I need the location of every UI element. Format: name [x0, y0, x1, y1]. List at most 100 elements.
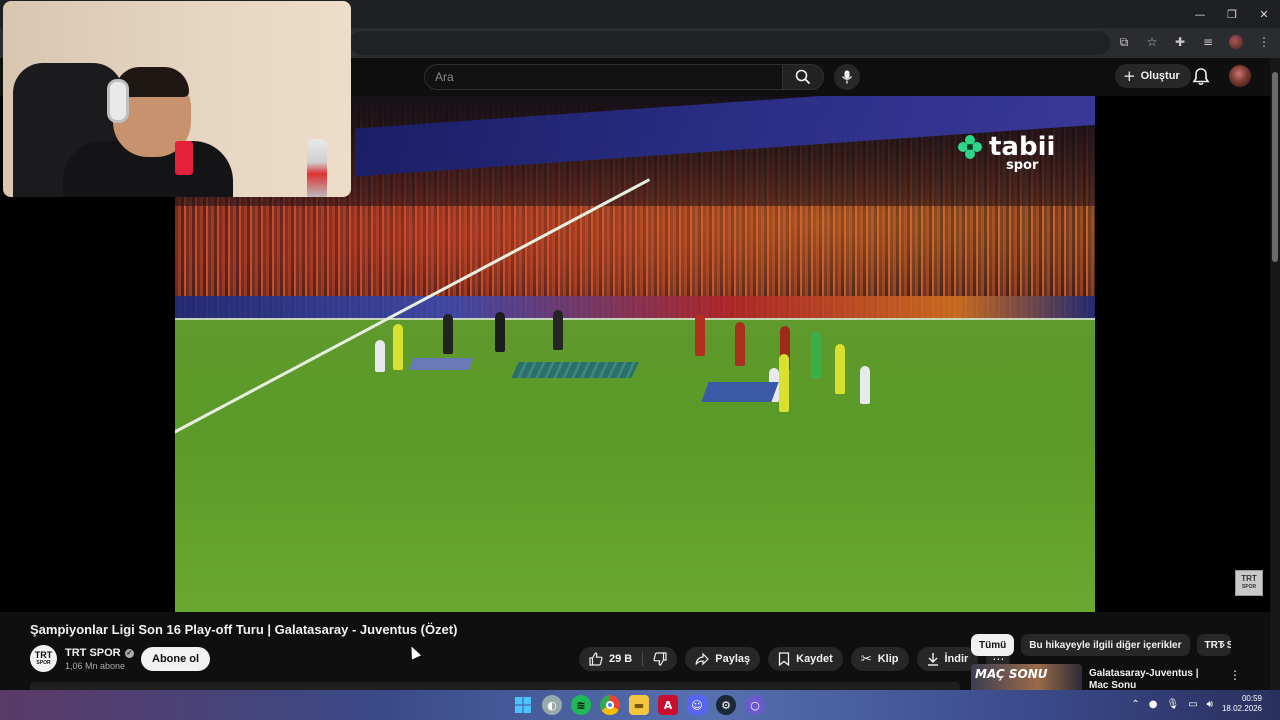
child-mascot-figure [375, 340, 385, 372]
download-icon [927, 653, 938, 666]
channel-avatar[interactable]: TRT SPOR [30, 645, 57, 672]
thumbs-down-icon [653, 652, 667, 666]
related-chips: Tümü Bu hikayeyle ilgili diğer içerikler… [971, 634, 1231, 656]
like-count: 29 B [609, 653, 633, 665]
clock[interactable]: 00:59 18.02.2026 [1222, 694, 1262, 714]
system-tray: ⌃ ● 🎙︎ ▭ 🔊︎ 00:59 18.02.2026 [1131, 694, 1262, 714]
account-avatar[interactable] [1229, 65, 1251, 87]
install-app-icon[interactable]: ⧉ [1114, 32, 1134, 52]
tray-app-icon[interactable]: ● [1149, 699, 1158, 710]
child-mascot-figure [860, 366, 870, 404]
channel-name-link[interactable]: TRT SPOR ✓ [65, 647, 134, 659]
app-a-icon[interactable]: A [658, 695, 678, 715]
page-scrollbar[interactable] [1270, 58, 1280, 690]
thumbs-up-icon [589, 652, 603, 666]
plus-icon: + [1123, 67, 1136, 85]
window-controls: — ❐ ✕ [1184, 0, 1280, 28]
player-figure [695, 314, 705, 356]
discord-icon[interactable]: ☺ [687, 695, 707, 715]
champions-league-ball-plinth [701, 382, 779, 402]
description-box-edge [30, 682, 960, 690]
minimize-icon[interactable]: — [1184, 0, 1216, 28]
referee-figure [835, 344, 845, 394]
like-dislike-group: 29 B [579, 647, 678, 671]
extensions-icon[interactable]: ✚ [1170, 32, 1190, 52]
network-icon[interactable]: ▭ [1188, 699, 1197, 710]
referee-figure [779, 354, 789, 412]
subscriber-count: 1,06 Mn abone [65, 661, 126, 671]
chevron-right-icon[interactable]: › [1214, 636, 1232, 654]
share-arrow-icon [695, 652, 710, 666]
webcam-overlay [3, 1, 351, 197]
recommendation-title[interactable]: Galatasaray-Juventus | Maç Sonu Değerlen… [1089, 668, 1217, 688]
search-button[interactable] [782, 64, 824, 90]
mouse-cursor-icon [406, 644, 422, 660]
app-circle-icon[interactable]: ○ [745, 695, 765, 715]
goalkeeper-figure [811, 332, 821, 378]
restore-icon[interactable]: ❐ [1216, 0, 1248, 28]
tabii-flower-icon [958, 135, 982, 159]
player-figure [495, 312, 505, 352]
trt-spor-watermark: TRT SPOR [1235, 570, 1263, 596]
download-button[interactable]: İndir [916, 647, 979, 671]
file-explorer-icon[interactable]: ▬ [629, 695, 649, 715]
voice-search-button[interactable] [834, 64, 860, 90]
recommendation-menu-icon[interactable]: ⋮ [1229, 668, 1241, 682]
save-button[interactable]: Kaydet [768, 647, 843, 671]
clock-date: 18.02.2026 [1221, 704, 1262, 713]
close-icon[interactable]: ✕ [1248, 0, 1280, 28]
create-label: Oluştur [1140, 70, 1180, 82]
browser-actions: ⧉ ☆ ✚ ≡ ⋮ [1114, 32, 1274, 52]
subscribe-button[interactable]: Abone ol [141, 647, 211, 671]
search-box [424, 64, 860, 90]
bookmark-star-icon[interactable]: ☆ [1142, 32, 1162, 52]
browser-menu-icon[interactable]: ⋮ [1254, 32, 1274, 52]
verified-check-icon: ✓ [124, 648, 134, 658]
tabii-logo-subtext: spor [1006, 158, 1039, 173]
spotify-icon[interactable]: ≋ [571, 695, 591, 715]
tabii-logo-text: tabii [989, 132, 1056, 162]
player-figure [735, 322, 745, 366]
headphones [107, 79, 129, 123]
clip-button[interactable]: ✂ Klip [850, 647, 909, 671]
search-icon [795, 69, 811, 85]
tabii-spor-logo: tabii [957, 134, 1055, 160]
windows-start-icon[interactable] [513, 695, 533, 715]
tray-overflow-chevron-icon[interactable]: ⌃ [1131, 699, 1139, 710]
create-button[interactable]: + Oluştur [1115, 64, 1191, 88]
recommendation-thumbnail[interactable]: MAÇ SONU [971, 664, 1082, 690]
windows-taskbar: ◐ ≋ ▬ A ☺ ⚙ ○ ⌃ ● 🎙︎ ▭ 🔊︎ 00:59 18.02.20… [0, 690, 1280, 720]
player-figure [443, 314, 453, 354]
phone [175, 141, 193, 175]
chip-all[interactable]: Tümü [971, 634, 1015, 656]
bookmark-icon [778, 652, 790, 666]
player-figure [553, 310, 563, 350]
screen: — ❐ ✕ ⧉ ☆ ✚ ≡ ⋮ + Oluştur [0, 0, 1280, 720]
profile-icon[interactable] [1226, 32, 1246, 52]
notifications-bell-icon[interactable] [1191, 67, 1211, 87]
thumbnail-text: MAÇ SONU [975, 667, 1048, 681]
address-bar[interactable] [350, 31, 1110, 55]
water-bottle [307, 139, 327, 197]
video-actions: 29 B Paylaş Kaydet ✂ Klip İndir ⋯ [579, 647, 1011, 671]
chip-related-story[interactable]: Bu hikayeyle ilgili diğer içerikler [1021, 634, 1190, 656]
referee-figure [393, 324, 403, 370]
volume-icon[interactable]: 🔊︎ [1207, 699, 1213, 710]
video-title: Şampiyonlar Ligi Son 16 Play-off Turu | … [30, 622, 458, 637]
chairs-on-pitch [511, 362, 639, 378]
like-button[interactable]: 29 B [579, 647, 642, 671]
dislike-button[interactable] [643, 647, 677, 671]
steam-icon[interactable]: ⚙ [716, 695, 736, 715]
clock-time: 00:59 [1241, 694, 1262, 703]
search-input[interactable] [424, 64, 782, 90]
microphone-icon [841, 70, 853, 84]
search-app-icon[interactable]: ◐ [542, 695, 562, 715]
champions-league-ball-plinth [408, 358, 474, 370]
taskbar-apps: ◐ ≋ ▬ A ☺ ⚙ ○ [513, 695, 765, 715]
scrollbar-thumb[interactable] [1272, 72, 1278, 262]
microphone-tray-icon[interactable]: 🎙︎ [1166, 699, 1179, 710]
chrome-icon[interactable] [600, 695, 620, 715]
media-controls-icon[interactable]: ≡ [1198, 32, 1218, 52]
share-button[interactable]: Paylaş [685, 647, 761, 671]
scissors-icon: ✂ [860, 651, 872, 667]
